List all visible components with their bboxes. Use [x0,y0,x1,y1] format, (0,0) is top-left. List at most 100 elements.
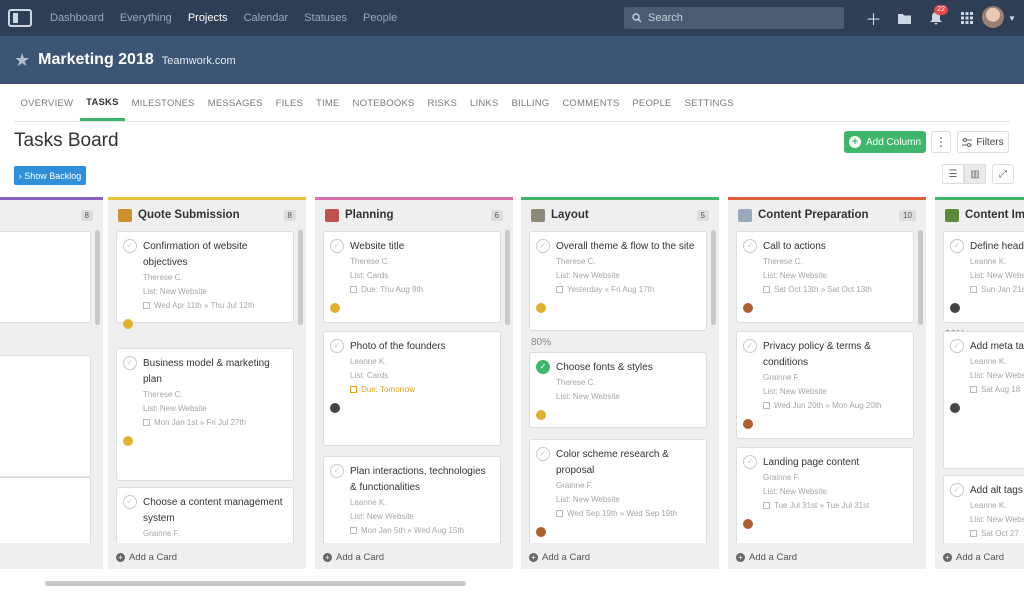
task-title[interactable]: Photo of the founders [350,339,492,355]
nav-statuses[interactable]: Statuses [296,12,355,24]
complete-checkbox-icon[interactable]: ✓ [743,339,757,353]
column-scrollbar[interactable] [505,230,510,325]
assignee-avatar[interactable] [123,436,133,446]
complete-checkbox-icon[interactable]: ✓ [950,339,964,353]
list-view-icon[interactable]: ☰ [942,164,964,184]
add-card-button[interactable]: + Add a Card [116,552,177,563]
tab-links[interactable]: LINKS [464,86,505,121]
task-card[interactable]: ✓ Plan interactions, technologies & funct… [323,456,501,543]
complete-checkbox-icon[interactable]: ✓ [536,239,550,253]
tab-notebooks[interactable]: NOTEBOOKS [346,86,421,121]
complete-checkbox-icon[interactable]: ✓ [330,239,344,253]
task-title[interactable]: ages for site [0,239,82,255]
task-title[interactable]: Business model & marketing plan [143,356,285,388]
complete-checkbox-icon[interactable]: ✓ [330,464,344,478]
assignee-avatar[interactable] [743,519,753,529]
app-logo-icon[interactable] [8,8,32,28]
task-title[interactable]: Overall theme & flow to the site [556,239,698,255]
tab-people[interactable]: PEOPLE [626,86,678,121]
chevron-down-icon[interactable]: ▼ [1008,14,1016,23]
project-company[interactable]: Teamwork.com [162,55,236,67]
folder-icon[interactable] [889,0,920,36]
complete-checkbox-icon[interactable]: ✓ [950,239,964,253]
task-card[interactable]: ✓ Overall theme & flow to the site Therese… [529,231,707,331]
task-card[interactable]: ✓ Add meta tag Leanne K. List: New Webs Sat … [943,331,1024,469]
task-card[interactable]: ✓ Define heade Leanne K. List: New Webs Sun … [943,231,1024,323]
task-title[interactable]: Add meta tag [970,339,1024,355]
complete-checkbox-icon[interactable]: ✓ [536,447,550,461]
complete-checkbox-icon[interactable]: ✓ [123,495,137,509]
assignee-avatar[interactable] [743,303,753,313]
horizontal-scrollbar[interactable] [45,581,466,586]
task-title[interactable]: ction design [0,363,82,379]
complete-checkbox-icon[interactable]: ✓ [743,455,757,469]
task-card[interactable]: ✓ Photo of the founders Leanne K. List: Car… [323,331,501,446]
task-card[interactable]: ✓ction design» Mon Jul 9th [0,355,91,477]
task-card[interactable]: ✓ Call to actions Therese C. List: New Webs… [736,231,914,323]
tab-files[interactable]: FILES [269,86,309,121]
tab-billing[interactable]: BILLING [505,86,556,121]
complete-checkbox-icon[interactable]: ✓ [950,483,964,497]
tab-overview[interactable]: OVERVIEW [14,86,80,121]
task-card[interactable]: ✓ Privacy policy & terms & conditions Grai… [736,331,914,439]
task-title[interactable]: Plan interactions, technologies & functi… [350,464,492,496]
nav-projects[interactable]: Projects [180,12,236,24]
nav-dashboard[interactable]: Dashboard [42,12,112,24]
add-card-button[interactable]: + Add a Card [529,552,590,563]
apps-grid-icon[interactable] [951,0,982,36]
tab-comments[interactable]: COMMENTS [556,86,626,121]
assignee-avatar[interactable] [330,303,340,313]
task-title[interactable]: Define heade [970,239,1024,255]
column-scrollbar[interactable] [95,230,100,325]
column-scrollbar[interactable] [298,230,303,325]
add-card-button[interactable]: + Add a Card [323,552,384,563]
fullscreen-icon[interactable]: ⤢ [992,164,1014,184]
task-title[interactable]: Confirmation of website objectives [143,239,285,271]
assignee-avatar[interactable] [950,303,960,313]
column-scrollbar[interactable] [711,230,716,325]
task-card[interactable]: ✓ Choose fonts & styles Therese C. List: Ne… [529,352,707,428]
complete-checkbox-icon[interactable]: ✓ [123,356,137,370]
tab-tasks[interactable]: TASKS [79,86,126,121]
assignee-avatar[interactable] [536,527,546,537]
search-input[interactable] [648,12,828,24]
tab-messages[interactable]: MESSAGES [201,86,269,121]
task-title[interactable]: Add alt tags [970,483,1024,499]
board-view-icon[interactable]: ▥ [964,164,986,184]
task-card[interactable]: ✓ Business model & marketing plan Therese … [116,348,294,481]
star-icon[interactable]: ★ [14,50,30,71]
assignee-avatar[interactable] [536,410,546,420]
task-title[interactable]: Privacy policy & terms & conditions [763,339,905,371]
tab-milestones[interactable]: MILESTONES [125,86,201,121]
nav-everything[interactable]: Everything [112,12,180,24]
complete-checkbox-icon[interactable]: ✓ [123,239,137,253]
task-card[interactable]: ✓ Website title Therese C. List: Cards Due: … [323,231,501,323]
complete-checkbox-icon[interactable]: ✓ [743,239,757,253]
add-card-button[interactable]: + Add a Card [943,552,1004,563]
assignee-avatar[interactable] [950,403,960,413]
complete-checkbox-icon[interactable]: ✓ [536,360,550,374]
task-title[interactable]: Website title [350,239,492,255]
show-backlog-button[interactable]: › Show Backlog [14,166,86,185]
tab-settings[interactable]: SETTINGS [678,86,740,121]
task-card[interactable]: ✓ Landing page content Grainne F. List: New… [736,447,914,543]
user-avatar[interactable] [982,6,1004,28]
add-column-button[interactable]: + Add Column [844,131,926,153]
assignee-avatar[interactable] [330,403,340,413]
task-card[interactable]: ✓ Color scheme research & proposal Grainne… [529,439,707,543]
task-card[interactable]: ✓ages for site» Tomorrow [0,231,91,323]
column-scrollbar[interactable] [918,230,923,325]
assignee-avatar[interactable] [123,319,133,329]
task-title[interactable]: Call to actions [763,239,905,255]
more-options-icon[interactable]: ⋮ [931,131,951,153]
assignee-avatar[interactable] [536,303,546,313]
task-card[interactable]: ✓ Add alt tags Leanne K. List: New Webs Sat … [943,475,1024,543]
task-title[interactable]: isting website [0,485,82,501]
tab-time[interactable]: TIME [310,86,347,121]
complete-checkbox-icon[interactable]: ✓ [330,339,344,353]
add-icon[interactable]: ＋ [858,0,889,36]
task-title[interactable]: Color scheme research & proposal [556,447,698,479]
nav-people[interactable]: People [355,12,405,24]
nav-calendar[interactable]: Calendar [236,12,297,24]
task-card[interactable]: ✓isting website» Wed Jul 11th [0,477,91,543]
